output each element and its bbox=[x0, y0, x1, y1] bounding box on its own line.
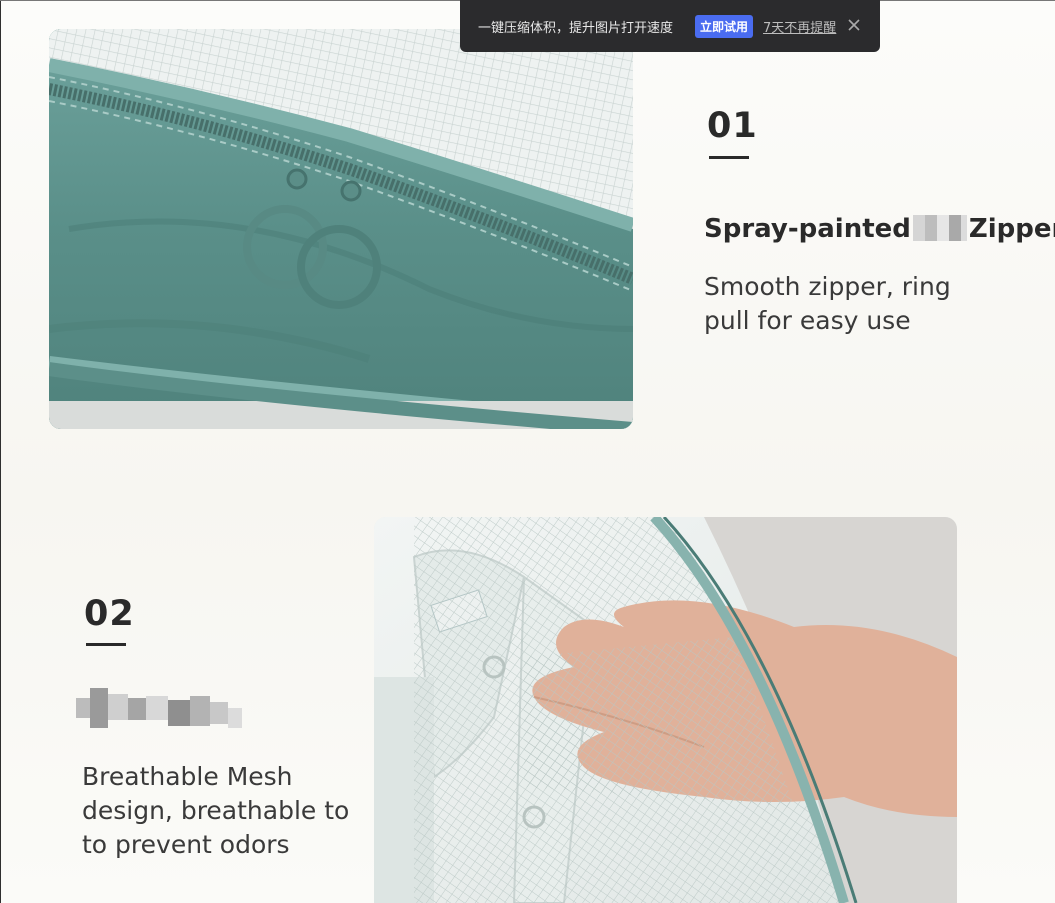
feature-2-title-mosaic bbox=[76, 684, 242, 732]
product-detail-page: 一键压缩体积，提升图片打开速度 立即试用 7天不再提醒 01 Spray-pai… bbox=[0, 0, 1055, 903]
mesh-product-photo bbox=[374, 517, 957, 903]
feature-2-number: 02 bbox=[84, 594, 135, 634]
feature-1-title: Spray-painted Zipper bbox=[704, 214, 1055, 244]
mesh-photo-illustration bbox=[374, 517, 957, 903]
zipper-photo-illustration bbox=[49, 29, 633, 429]
feature-1-title-start: Spray-painted bbox=[704, 214, 911, 244]
toast-message: 一键压缩体积，提升图片打开速度 bbox=[478, 20, 674, 36]
compress-toast: 一键压缩体积，提升图片打开速度 立即试用 7天不再提醒 bbox=[460, 0, 880, 52]
try-now-button[interactable]: 立即试用 bbox=[695, 14, 754, 38]
feature-1-underline bbox=[709, 156, 749, 159]
feature-1-title-end: Zipper bbox=[968, 214, 1055, 244]
close-icon[interactable] bbox=[848, 19, 862, 33]
feature-2-description: Breathable Mesh design, breathable to to… bbox=[82, 762, 350, 859]
feature-2-underline bbox=[86, 643, 126, 646]
zipper-product-photo bbox=[49, 29, 633, 429]
feature-1-title-mosaic bbox=[912, 215, 967, 241]
dismiss-7-days-link[interactable]: 7天不再提醒 bbox=[763, 17, 836, 36]
feature-1-number: 01 bbox=[707, 106, 758, 146]
window-edge bbox=[0, 0, 1, 903]
feature-1-description: Smooth zipper, ring pull for easy use bbox=[704, 272, 951, 335]
